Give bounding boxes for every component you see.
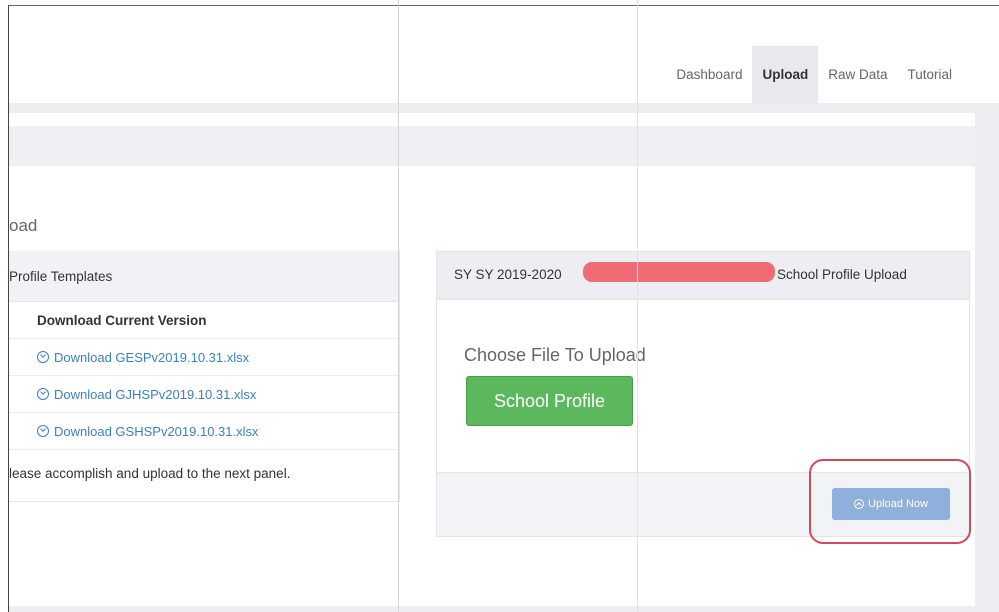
redaction-mark bbox=[583, 262, 775, 282]
download-circle-icon bbox=[37, 387, 49, 400]
table-row: Download GESPv2019.10.31.xlsx bbox=[9, 338, 399, 376]
templates-table: Download Current Version Download GESPv2… bbox=[9, 302, 399, 450]
download-gshsp-link[interactable]: Download GSHSPv2019.10.31.xlsx bbox=[37, 424, 259, 439]
scan-fold-line bbox=[398, 0, 399, 612]
instruction-note: lease accomplish and upload to the next … bbox=[9, 466, 291, 481]
school-profile-file-button[interactable]: School Profile bbox=[466, 376, 633, 426]
table-row: Download GSHSPv2019.10.31.xlsx bbox=[9, 412, 399, 450]
download-gesp-link[interactable]: Download GESPv2019.10.31.xlsx bbox=[37, 350, 249, 365]
choose-file-label: Choose File To Upload bbox=[464, 345, 646, 365]
scan-fold-line bbox=[637, 0, 638, 612]
upload-panel-body: Choose File To Upload School Profile bbox=[437, 300, 969, 472]
table-header-row: Download Current Version bbox=[9, 302, 399, 339]
highlight-annotation bbox=[809, 459, 971, 544]
table-row: Download GJHSPv2019.10.31.xlsx bbox=[9, 375, 399, 413]
download-gjhsp-link[interactable]: Download GJHSPv2019.10.31.xlsx bbox=[37, 387, 256, 402]
upload-panel-title: School Profile Upload bbox=[777, 267, 907, 282]
school-year-label: SY SY 2019-2020 bbox=[454, 267, 562, 282]
page-title: oad bbox=[9, 216, 38, 235]
upload-panel-header: SY SY 2019-2020 School Profile Upload bbox=[437, 252, 969, 300]
templates-panel: Profile Templates Download Current Versi… bbox=[9, 251, 400, 502]
table-header: Download Current Version bbox=[37, 302, 399, 339]
download-circle-icon bbox=[37, 424, 49, 437]
download-circle-icon bbox=[37, 350, 49, 363]
breadcrumb-bar bbox=[9, 126, 975, 166]
templates-panel-header: Profile Templates bbox=[9, 251, 399, 302]
